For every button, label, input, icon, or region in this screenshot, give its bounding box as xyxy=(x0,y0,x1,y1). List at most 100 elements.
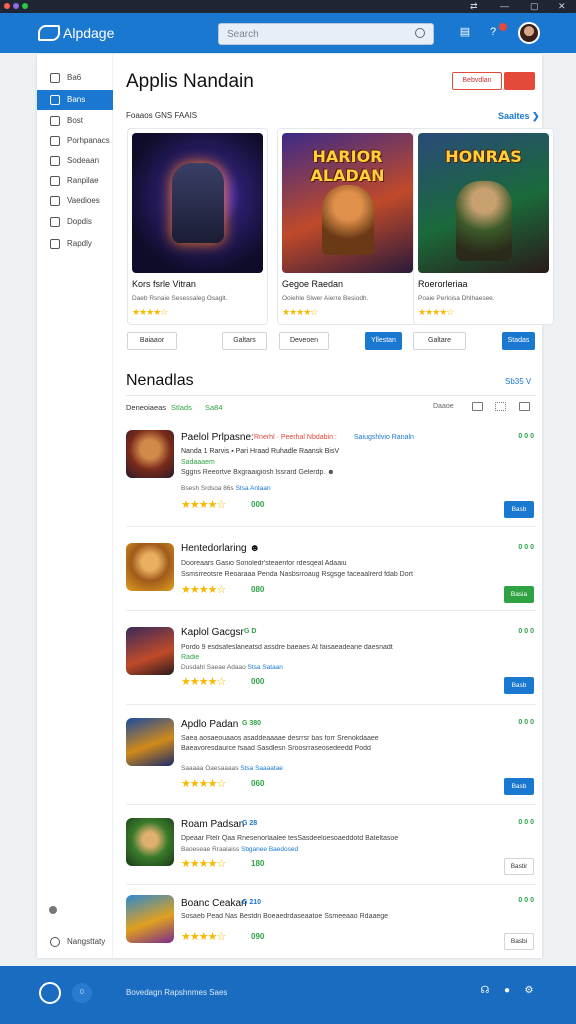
app-rating-count: 180 xyxy=(251,859,265,868)
sidebar-item-settings[interactable]: Nangsttaty xyxy=(37,932,113,952)
app-title: Roam Padsan xyxy=(181,819,245,830)
page-primary-button[interactable] xyxy=(504,72,535,90)
filter-chip[interactable]: Stlads xyxy=(171,403,192,412)
post-icon xyxy=(50,116,60,126)
sidebar-item-videos[interactable]: Vaedioes xyxy=(37,191,113,211)
list-item[interactable]: Boanc Ceakan G 210 Sosaeb Pead Nas Bestd… xyxy=(126,885,536,951)
footer-dot[interactable]: 0 xyxy=(72,983,92,1003)
featured-action-button[interactable]: Galtars xyxy=(222,332,267,350)
sidebar-item-post[interactable]: Bost xyxy=(37,111,113,131)
app-name: Alpdage xyxy=(63,25,115,41)
globe-icon[interactable]: ● xyxy=(501,985,513,997)
app-get-button[interactable]: Basia xyxy=(504,586,534,603)
app-rating: ★★★★☆ xyxy=(181,676,226,688)
app-header: Alpdage Search ▤ ? xyxy=(0,13,576,53)
app-description: Dpeaar Ftelr Qaa Rnesenorlaalee tesSasde… xyxy=(181,835,399,842)
app-get-button[interactable]: Basb xyxy=(504,677,534,694)
sidebar-item-social[interactable]: Sodeaan xyxy=(37,151,113,171)
window-minimize-dot[interactable] xyxy=(13,3,19,9)
app-get-button[interactable]: Basbi xyxy=(504,933,534,950)
home-circle-icon[interactable] xyxy=(39,982,61,1004)
app-title: Boanc Ceakan xyxy=(181,898,247,909)
app-description: Saea aosaeouaaos asaddeaaaae desrrsr bas… xyxy=(181,735,379,742)
warrior-figure xyxy=(456,181,512,261)
featured-desc: Ooiehle Slwer Aierre Besiodh. xyxy=(282,295,369,302)
sidebar-item-home[interactable]: Ba6 xyxy=(37,68,113,88)
app-description-2: Radie xyxy=(181,654,200,661)
search-icon[interactable] xyxy=(415,28,425,38)
window-close-dot[interactable] xyxy=(4,3,10,9)
app-tag: G 380 xyxy=(242,720,262,727)
featured-action-button[interactable]: Yllestan xyxy=(365,332,402,350)
app-meta-link[interactable]: Sbganee Baedosed xyxy=(241,846,298,853)
grid-view-icon[interactable] xyxy=(519,402,530,411)
featured-desc: Poaie Perloisa Dhlhaesee. xyxy=(418,295,495,302)
list-item[interactable]: Roam Padsan G 28 Dpeaar Ftelr Qaa Rnesen… xyxy=(126,805,536,885)
featured-action-button[interactable]: Stadas xyxy=(502,332,535,350)
app-meta-link[interactable]: Stsa Sataan xyxy=(248,664,283,671)
window-sync-icon[interactable]: ⇄ xyxy=(470,0,478,13)
sidebar-item-apps[interactable]: Bans xyxy=(37,90,113,110)
app-description: Sggns Reeortve Bxgraaigiosh lssrard Gele… xyxy=(181,469,335,476)
app-get-button[interactable]: Bastir xyxy=(504,858,534,875)
window-minimize-button[interactable]: — xyxy=(500,0,509,13)
document-icon[interactable]: ▤ xyxy=(458,25,472,39)
new-section-title: Nenadlas xyxy=(126,372,194,389)
search-placeholder: Search xyxy=(227,29,259,40)
window-maximize-dot[interactable] xyxy=(22,3,28,9)
sidebar-item-reports[interactable]: Ranpilae xyxy=(37,171,113,191)
window-close-button[interactable]: ✕ xyxy=(558,0,566,13)
featured-card[interactable]: HARIOR ALADAN Gegoe Raedan Ooiehle Slwer… xyxy=(277,128,418,325)
app-tag-link[interactable]: Saiugshlvio Ranaln xyxy=(354,434,414,441)
filter-chip[interactable]: Sa84 xyxy=(205,403,223,412)
featured-card[interactable]: Kors fsrle Vitran Daeb Rsnaie Sesessaleg… xyxy=(127,128,268,325)
sidebar-item-downloads[interactable]: Dopdis xyxy=(37,212,113,232)
app-meta: Bsesh Srdsoa 86s Stsa Antaan xyxy=(181,485,271,492)
search-input[interactable]: Search xyxy=(218,23,434,45)
app-meta-link[interactable]: Stsa Antaan xyxy=(236,485,271,492)
see-all-link[interactable]: Saaites ❯ xyxy=(498,111,540,122)
user-avatar[interactable] xyxy=(518,22,540,44)
app-description: Sosaeb Pead Nas Bestdn Boeaedrdaseaatoe … xyxy=(181,913,389,920)
featured-artwork: HARIOR ALADAN xyxy=(282,133,413,273)
page-action-button[interactable]: Bebvdlan xyxy=(452,72,502,90)
app-meta: Saaaaa Oaesaaaas Stsa Saaaatae xyxy=(181,765,283,772)
new-section-link[interactable]: Sb35 V xyxy=(505,377,531,386)
app-get-button[interactable]: Basb xyxy=(504,778,534,795)
featured-name: Roerorleriaa xyxy=(418,279,468,289)
featured-secondary-button[interactable]: Deveoen xyxy=(279,332,329,350)
list-item[interactable]: Paelol Prlpasne: Rnerhl · Peerhal Nbdabi… xyxy=(126,420,536,527)
featured-card[interactable]: HONRAS Roerorleriaa Poaie Perloisa Dhlha… xyxy=(413,128,554,325)
featured-secondary-button[interactable]: Galtare xyxy=(413,332,466,350)
share-icon[interactable]: ⚙ xyxy=(523,985,535,997)
sort-label[interactable]: Daaoe xyxy=(433,403,454,410)
card-view-icon[interactable] xyxy=(472,402,483,411)
featured-art-title: HARIOR ALADAN xyxy=(310,147,385,185)
featured-name: Gegoe Raedan xyxy=(282,279,344,289)
featured-art-title: HONRAS xyxy=(445,147,522,166)
list-view-icon[interactable] xyxy=(495,402,506,411)
app-rating: ★★★★☆ xyxy=(181,931,226,943)
footer-links[interactable]: Bovedagn Rapshnmes Saes xyxy=(126,988,227,997)
headset-icon[interactable]: ☊ xyxy=(479,985,491,997)
app-icon xyxy=(126,543,174,591)
filter-label: Deneoiaeas xyxy=(126,403,167,412)
list-item[interactable]: Kaplol Gacgsr G D Pordo 9 esdsafeslaneat… xyxy=(126,611,536,705)
bolt-icon xyxy=(50,239,60,249)
list-item[interactable]: Hentedorlaring ☻ Dooreaars Gasio Soriole… xyxy=(126,527,536,611)
app-title: Apdlo Padan xyxy=(181,719,239,730)
gear-small-icon[interactable] xyxy=(49,906,57,914)
app-get-button[interactable]: Basb xyxy=(504,501,534,518)
featured-secondary-button[interactable]: Baiaaor xyxy=(127,332,177,350)
featured-name: Kors fsrle Vitran xyxy=(132,279,196,289)
app-price: 0 0 0 xyxy=(518,897,534,904)
app-logo-icon[interactable] xyxy=(38,25,60,41)
help-icon[interactable]: ? xyxy=(486,25,500,39)
app-price: 0 0 0 xyxy=(518,628,534,635)
sidebar-item-rapidly[interactable]: Rapdly xyxy=(37,234,113,254)
app-rating: ★★★★☆ xyxy=(181,584,226,596)
window-maximize-button[interactable]: ▢ xyxy=(530,0,539,13)
sidebar-item-purchases[interactable]: Porhpanacs xyxy=(37,131,113,151)
app-meta-link[interactable]: Stsa Saaaatae xyxy=(240,765,283,772)
list-item[interactable]: Apdlo Padan G 380 Saea aosaeouaaos asadd… xyxy=(126,705,536,805)
